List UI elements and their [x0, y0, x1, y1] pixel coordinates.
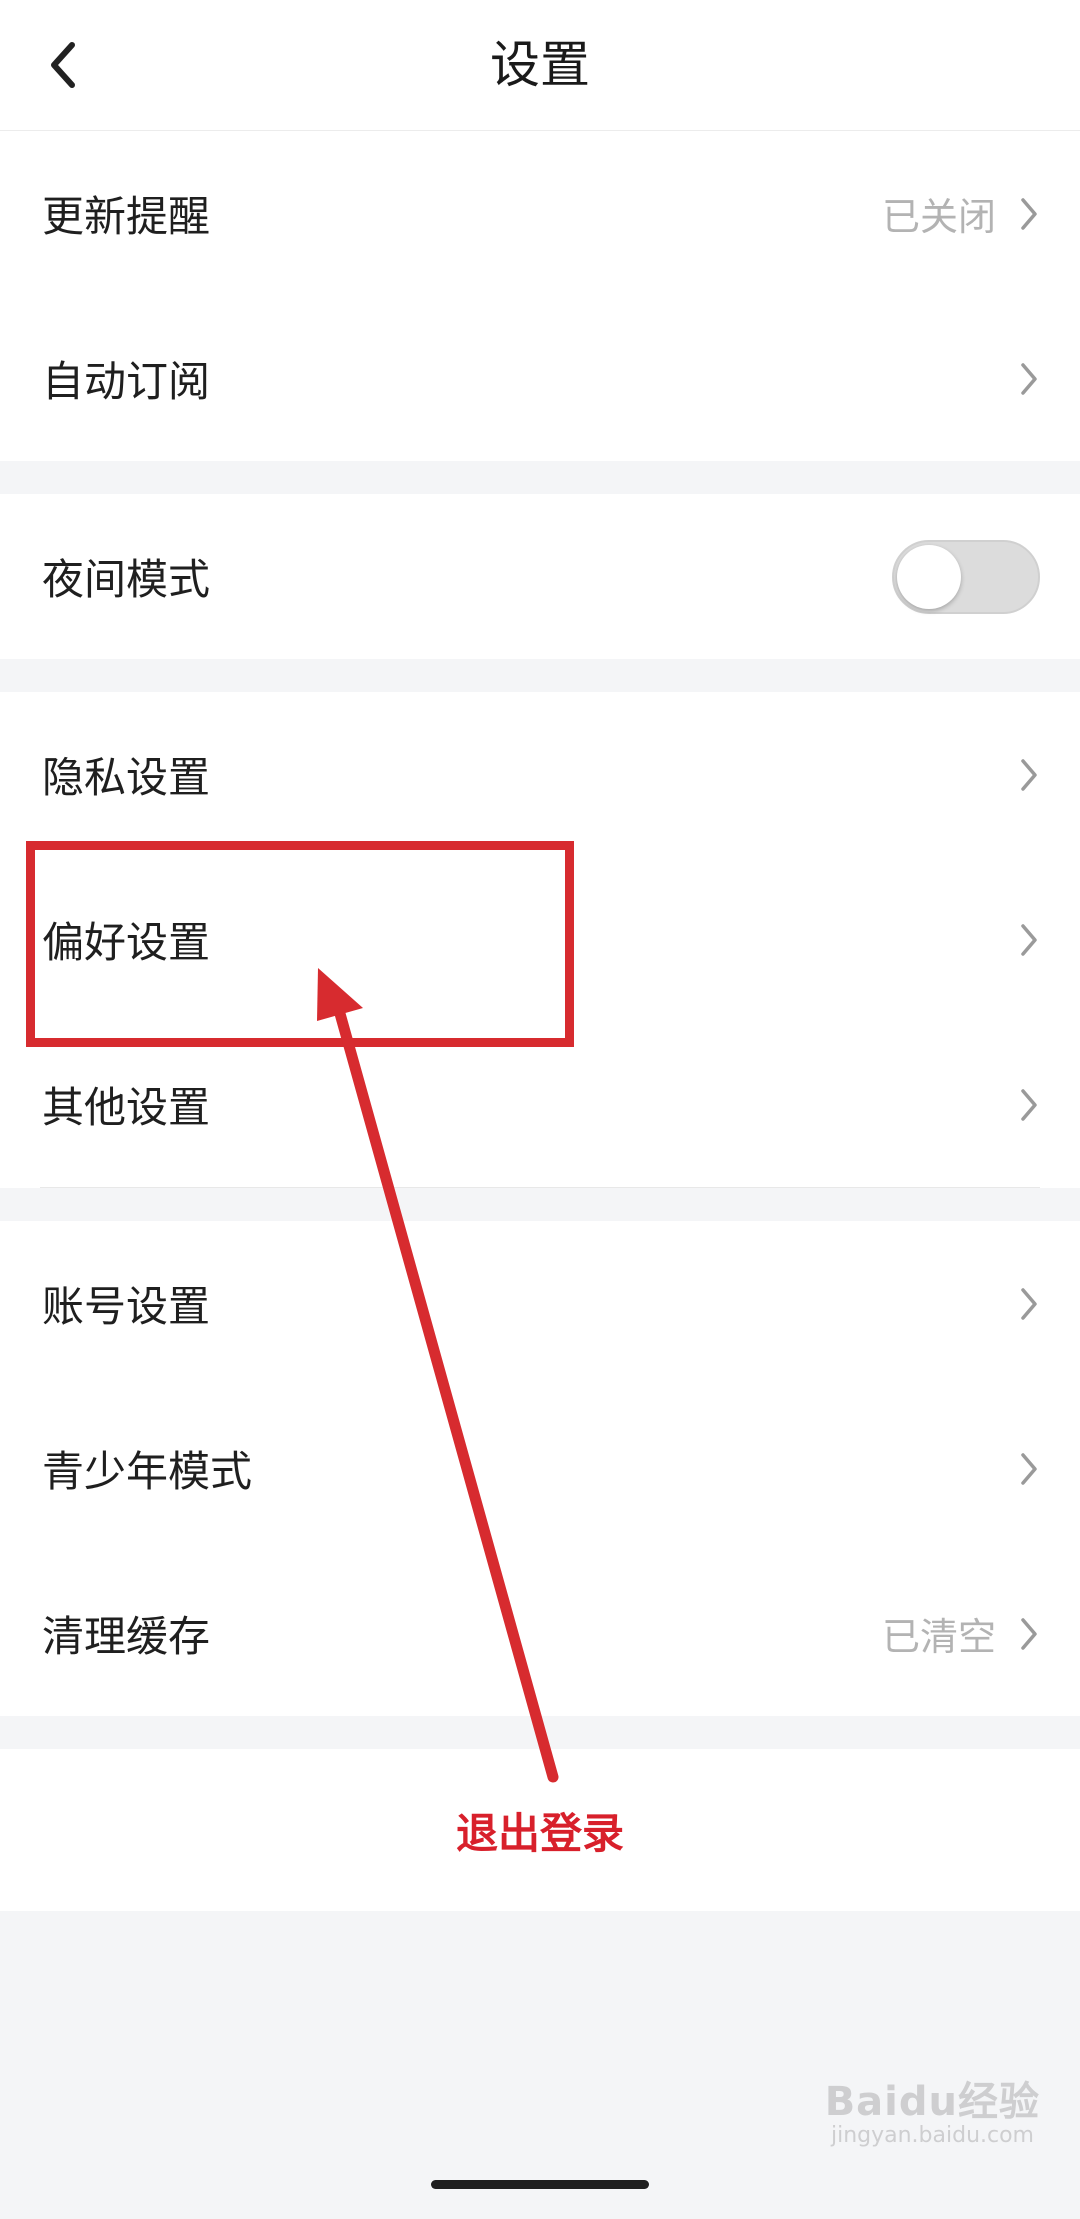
clear-cache-row[interactable]: 清理缓存 已清空 [0, 1551, 1080, 1716]
row-label: 自动订阅 [42, 357, 211, 406]
page-title: 设置 [490, 36, 590, 94]
settings-group-4: 账号设置 青少年模式 清理缓存 已清空 [0, 1221, 1080, 1716]
row-label: 清理缓存 [42, 1612, 211, 1661]
chevron-right-icon [1018, 1616, 1040, 1652]
logout-button[interactable]: 退出登录 [0, 1749, 1080, 1911]
chevron-right-icon [1018, 757, 1040, 793]
toggle-knob [897, 544, 961, 609]
account-settings-row[interactable]: 账号设置 [0, 1221, 1080, 1386]
settings-screen: 设置 更新提醒 已关闭 自动订阅 夜间模式 隐私设置 偏好设置 其他设置 账号设… [0, 0, 1080, 1911]
settings-group-2: 夜间模式 [0, 494, 1080, 659]
chevron-right-icon [1018, 196, 1040, 232]
chevron-right-icon [1018, 1451, 1040, 1487]
chevron-right-icon [1018, 361, 1040, 397]
privacy-settings-row[interactable]: 隐私设置 [0, 692, 1080, 857]
nav-bar: 设置 [0, 0, 1080, 131]
night-mode-row: 夜间模式 [0, 494, 1080, 659]
row-label: 夜间模式 [42, 555, 211, 604]
row-label: 隐私设置 [42, 753, 211, 802]
night-mode-toggle[interactable] [892, 539, 1040, 614]
preference-settings-row[interactable]: 偏好设置 [0, 857, 1080, 1022]
row-value: 已关闭 [881, 195, 996, 239]
watermark-sub-text: jingyan.baidu.com [830, 2123, 1034, 2148]
home-indicator[interactable] [431, 2180, 649, 2189]
baidu-jingyan-watermark: Baidu经验 jingyan.baidu.com [800, 2069, 1040, 2159]
chevron-right-icon [1018, 922, 1040, 958]
row-label: 青少年模式 [42, 1447, 253, 1496]
settings-group-1: 更新提醒 已关闭 自动订阅 [0, 131, 1080, 461]
row-value: 已清空 [881, 1615, 996, 1659]
chevron-right-icon [1018, 1087, 1040, 1123]
other-settings-row[interactable]: 其他设置 [0, 1022, 1080, 1187]
update-reminder-row[interactable]: 更新提醒 已关闭 [0, 131, 1080, 296]
row-label: 账号设置 [42, 1282, 211, 1331]
settings-group-3: 隐私设置 偏好设置 其他设置 [0, 692, 1080, 1188]
watermark-main-text: Baidu经验 [824, 2079, 1040, 2125]
row-label: 偏好设置 [42, 918, 211, 967]
row-label: 更新提醒 [42, 192, 211, 241]
auto-subscribe-row[interactable]: 自动订阅 [0, 296, 1080, 461]
row-label: 其他设置 [42, 1083, 211, 1132]
chevron-right-icon [1018, 1286, 1040, 1322]
teen-mode-row[interactable]: 青少年模式 [0, 1386, 1080, 1551]
